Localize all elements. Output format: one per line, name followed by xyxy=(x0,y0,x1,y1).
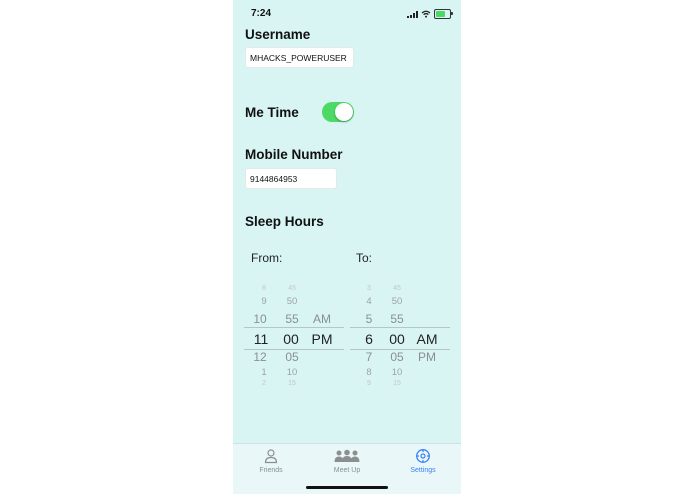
picker-minute[interactable]: 15 xyxy=(384,380,410,387)
picker-minute[interactable]: 05 xyxy=(384,350,410,364)
settings-icon xyxy=(416,449,430,463)
tab-label: Meet Up xyxy=(333,467,361,474)
username-label: Username xyxy=(245,27,311,42)
picker-ampm-selected[interactable]: PM xyxy=(308,331,336,347)
picker-minute[interactable]: 45 xyxy=(280,285,304,292)
me-time-toggle[interactable] xyxy=(322,102,354,122)
picker-hour[interactable]: 10 xyxy=(244,312,276,326)
to-label: To: xyxy=(356,251,373,265)
tab-meet-up[interactable]: Meet Up xyxy=(317,448,377,474)
battery-icon xyxy=(434,9,453,19)
picker-hour[interactable]: 3 xyxy=(354,285,384,292)
me-time-label: Me Time xyxy=(245,105,299,120)
picker-hour[interactable]: 1 xyxy=(248,367,280,378)
picker-minute-selected[interactable]: 00 xyxy=(278,331,304,347)
picker-selection-top-line xyxy=(350,327,450,328)
picker-hour[interactable]: 12 xyxy=(244,350,276,364)
picker-hour[interactable]: 5 xyxy=(354,312,384,326)
picker-minute[interactable]: 05 xyxy=(280,350,304,364)
picker-selection-top-line xyxy=(244,327,344,328)
tab-settings[interactable]: Settings xyxy=(393,448,453,474)
picker-ampm[interactable]: AM xyxy=(308,312,336,326)
picker-minute[interactable]: 10 xyxy=(280,367,304,378)
picker-hour[interactable]: 2 xyxy=(248,380,280,387)
from-time-picker[interactable]: 8 9 10 11 12 1 2 45 50 55 00 05 10 15 AM… xyxy=(244,280,344,392)
sleep-hours-label: Sleep Hours xyxy=(245,214,324,229)
group-icon xyxy=(334,449,360,462)
picker-ampm[interactable]: PM xyxy=(412,350,442,364)
picker-minute[interactable]: 55 xyxy=(384,312,410,326)
picker-minute[interactable]: 50 xyxy=(384,296,410,307)
tab-label: Friends xyxy=(259,467,283,474)
status-time: 7:24 xyxy=(251,8,272,19)
status-icons xyxy=(407,9,453,19)
person-icon xyxy=(264,449,278,464)
mobile-number-label: Mobile Number xyxy=(245,147,343,162)
mobile-number-input[interactable]: 9144864953 xyxy=(245,168,337,189)
cellular-signal-icon xyxy=(407,10,418,18)
wifi-icon xyxy=(421,10,431,18)
home-indicator xyxy=(306,486,388,489)
picker-hour[interactable]: 7 xyxy=(354,350,384,364)
picker-hour-selected[interactable]: 11 xyxy=(244,331,278,347)
picker-hour[interactable]: 8 xyxy=(354,367,384,378)
picker-hour[interactable]: 9 xyxy=(248,296,280,307)
picker-hour[interactable]: 8 xyxy=(248,285,280,292)
picker-hour[interactable]: 4 xyxy=(354,296,384,307)
tab-label: Settings xyxy=(410,467,436,474)
picker-ampm-selected[interactable]: AM xyxy=(412,331,442,347)
picker-minute[interactable]: 10 xyxy=(384,367,410,378)
phone-screen: 7:24 Username MHACKS_POWERUSER Me Time M… xyxy=(233,0,461,494)
toggle-knob xyxy=(335,103,353,121)
tab-friends[interactable]: Friends xyxy=(241,448,301,474)
picker-minute[interactable]: 55 xyxy=(280,312,304,326)
picker-minute[interactable]: 50 xyxy=(280,296,304,307)
picker-minute[interactable]: 15 xyxy=(280,380,304,387)
to-time-picker[interactable]: 3 4 5 6 7 8 9 45 50 55 00 05 10 15 AM PM xyxy=(350,280,450,392)
username-input[interactable]: MHACKS_POWERUSER xyxy=(245,47,354,68)
picker-hour-selected[interactable]: 6 xyxy=(354,331,384,347)
picker-minute-selected[interactable]: 00 xyxy=(384,331,410,347)
picker-minute[interactable]: 45 xyxy=(384,285,410,292)
picker-hour[interactable]: 9 xyxy=(354,380,384,387)
from-label: From: xyxy=(251,251,283,265)
